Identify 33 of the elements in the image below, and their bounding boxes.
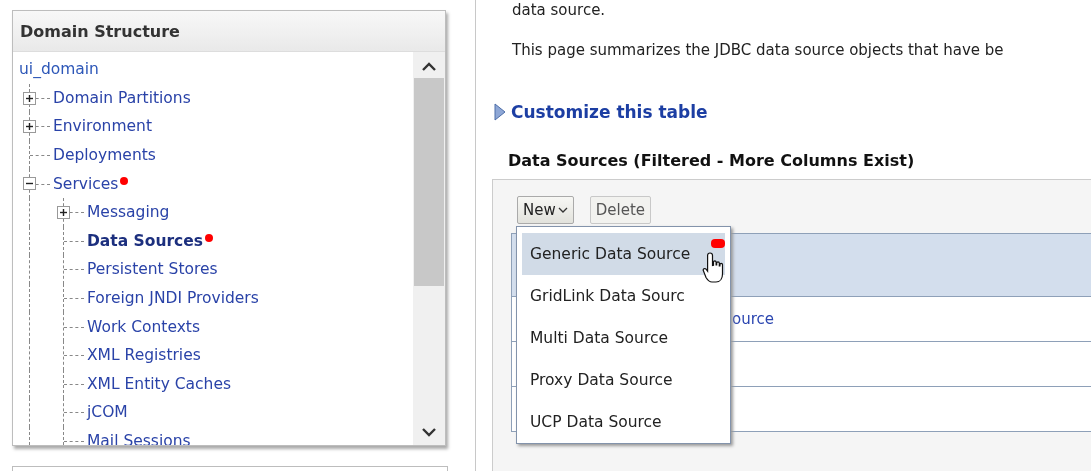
- tree-item[interactable]: jCOM: [87, 403, 128, 422]
- scroll-up-icon[interactable]: [421, 62, 437, 72]
- tree-item[interactable]: XML Entity Caches: [87, 374, 231, 393]
- table-title: Data Sources (Filtered - More Columns Exist): [508, 151, 916, 170]
- scrollbar-thumb[interactable]: [414, 78, 444, 286]
- scroll-down-icon[interactable]: [421, 427, 437, 437]
- tree-item[interactable]: Persistent Stores: [87, 260, 218, 279]
- toolbar-button[interactable]: New: [517, 196, 574, 224]
- tree-item[interactable]: Services: [53, 174, 119, 193]
- tree-item[interactable]: Deployments: [53, 146, 156, 165]
- expander-icon[interactable]: [57, 205, 70, 219]
- description-text: This page summarizes the JDBC data source objects that have be: [512, 40, 1005, 60]
- tree-item[interactable]: Data Sources: [87, 231, 203, 250]
- panel-title: Domain Structure: [20, 21, 180, 41]
- disclosure-icon[interactable]: [494, 103, 506, 121]
- description-text: data source.: [512, 0, 607, 20]
- scrollbar[interactable]: [413, 52, 445, 445]
- customize-link[interactable]: Customize this table: [511, 102, 708, 122]
- tree-item[interactable]: Work Contexts: [87, 317, 200, 336]
- caret-icon: [557, 207, 568, 213]
- tree-item[interactable]: ui_domain: [19, 60, 99, 79]
- expander-icon[interactable]: [23, 120, 36, 134]
- expander-icon[interactable]: [23, 91, 36, 105]
- tree-item[interactable]: Domain Partitions: [53, 88, 191, 107]
- tree-item[interactable]: Messaging: [87, 203, 170, 222]
- tree-item[interactable]: Foreign JNDI Providers: [87, 289, 259, 308]
- tree-item[interactable]: Environment: [53, 117, 152, 136]
- expander-icon[interactable]: [23, 177, 36, 191]
- tree-item[interactable]: XML Registries: [87, 346, 201, 365]
- menu-item[interactable]: Generic Data Source: [522, 233, 725, 275]
- menu-item[interactable]: UCP Data Source: [522, 401, 725, 443]
- table-cell-link[interactable]: ource: [732, 310, 774, 328]
- menu-item[interactable]: Proxy Data Source: [522, 359, 725, 401]
